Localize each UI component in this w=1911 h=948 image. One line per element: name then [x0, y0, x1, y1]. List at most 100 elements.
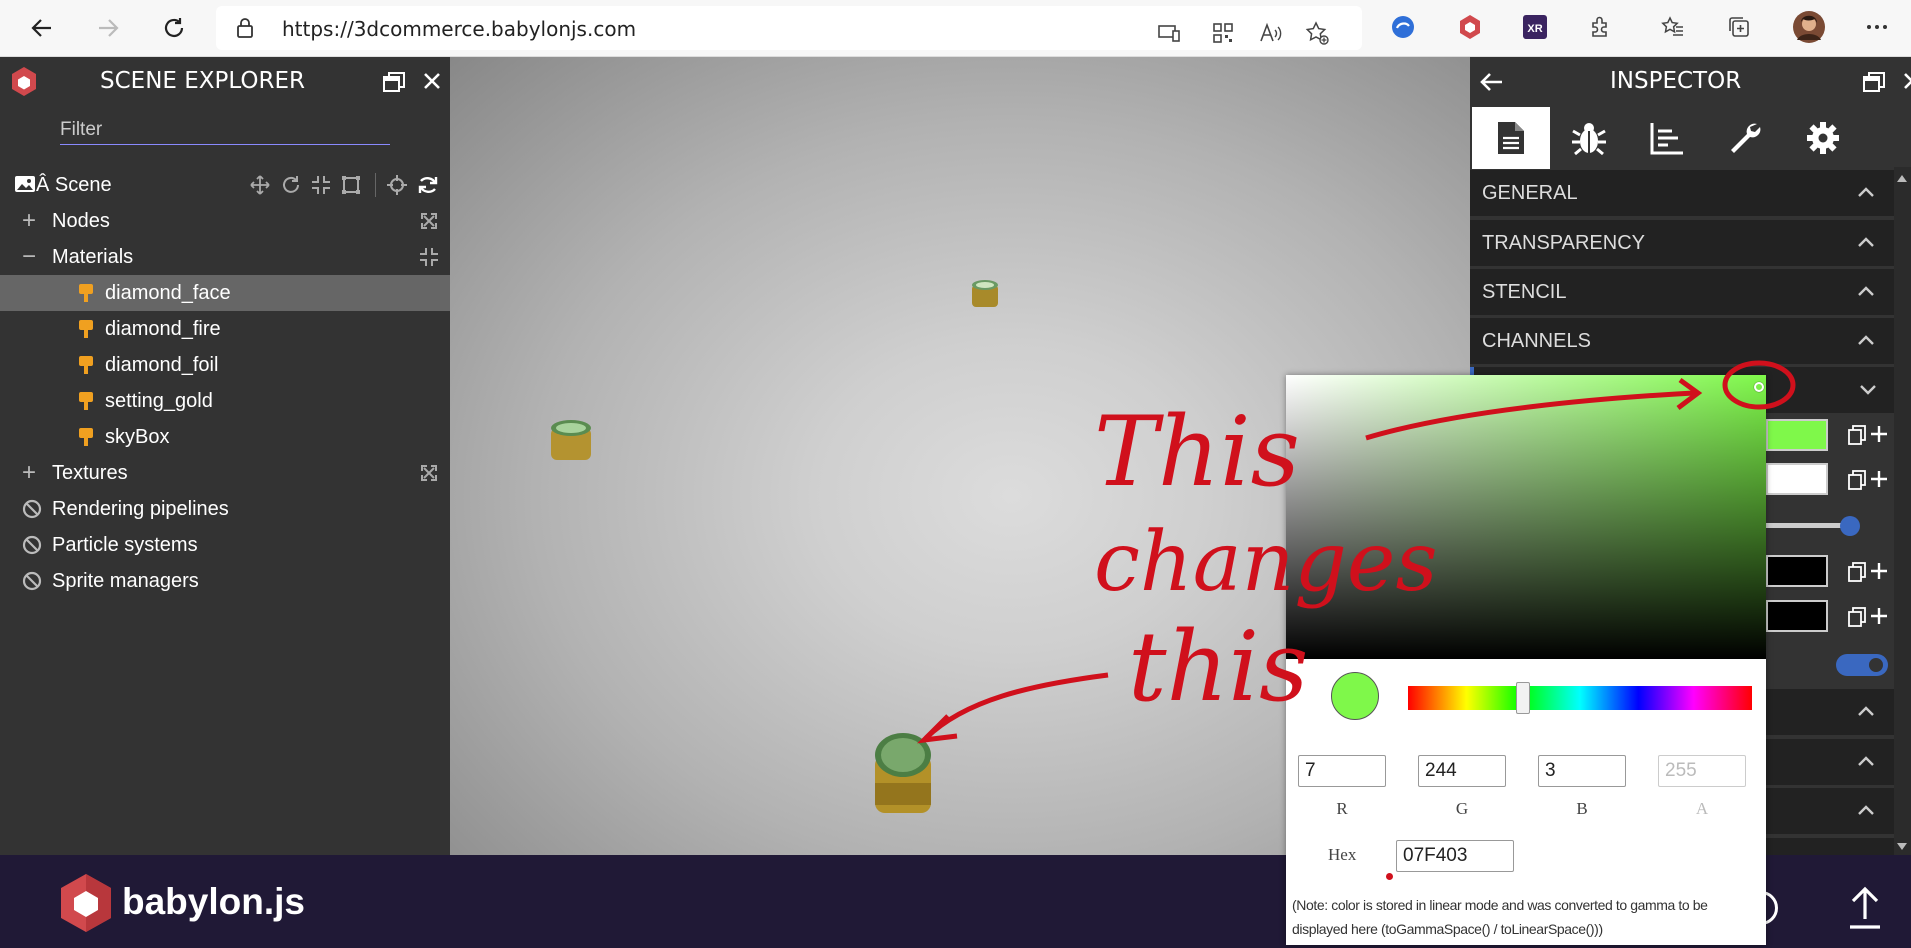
edge-extension-icon[interactable] — [1388, 12, 1418, 42]
favorites-icon[interactable] — [1658, 12, 1688, 42]
extensions-icon[interactable] — [1586, 12, 1616, 42]
section-general[interactable]: GENERAL — [1470, 170, 1894, 216]
close-icon[interactable] — [422, 71, 442, 95]
expand-icon[interactable]: + — [22, 459, 36, 487]
babylon-logo-icon[interactable] — [58, 872, 114, 938]
back-arrow-icon[interactable] — [1478, 71, 1504, 97]
tree-item-textures[interactable]: + Textures — [0, 455, 450, 491]
collapse-all-icon[interactable] — [420, 248, 438, 272]
collapse-icon[interactable]: − — [22, 243, 36, 271]
hue-slider[interactable] — [1408, 682, 1752, 714]
scroll-up-icon[interactable] — [1897, 175, 1907, 182]
scene-root-row[interactable]: Â Scene — [0, 167, 450, 203]
tree-item-rendering-pipelines[interactable]: Rendering pipelines — [0, 491, 450, 527]
chevron-up-icon[interactable] — [1856, 182, 1876, 208]
red-input[interactable] — [1298, 755, 1386, 787]
scale-gizmo-icon[interactable] — [311, 175, 331, 201]
expand-all-icon[interactable] — [420, 464, 438, 488]
hue-slider-handle[interactable] — [1516, 682, 1530, 714]
material-item-skybox[interactable]: skyBox — [0, 419, 450, 455]
color-preview-swatch — [1331, 672, 1379, 720]
section-channels[interactable]: CHANNELS — [1470, 318, 1894, 364]
debug-tab[interactable] — [1550, 107, 1628, 169]
green-input[interactable] — [1418, 755, 1506, 787]
alpha-input[interactable] — [1658, 755, 1746, 787]
expand-icon[interactable]: + — [22, 207, 36, 235]
profile-avatar[interactable] — [1792, 10, 1826, 44]
tools-tab[interactable] — [1706, 107, 1784, 169]
more-icon[interactable] — [1862, 12, 1892, 42]
tree-item-particle-systems[interactable]: Particle systems — [0, 527, 450, 563]
expand-all-icon[interactable] — [420, 212, 438, 236]
specular-power-slider-track[interactable] — [1760, 523, 1846, 528]
chevron-down-icon[interactable] — [1858, 379, 1878, 403]
ambient-color-swatch[interactable] — [1766, 600, 1828, 632]
specular-power-slider-handle[interactable] — [1840, 516, 1860, 536]
add-icon[interactable] — [1870, 607, 1888, 629]
qr-code-icon[interactable] — [1208, 18, 1238, 48]
copy-icon[interactable] — [1848, 470, 1866, 494]
address-bar[interactable]: https://3dcommerce.babylonjs.com — [216, 6, 1362, 50]
chevron-up-icon[interactable] — [1856, 330, 1876, 356]
section-label: STENCIL — [1482, 280, 1567, 303]
emissive-color-swatch[interactable] — [1766, 555, 1828, 587]
settings-tab[interactable] — [1784, 107, 1862, 169]
chevron-up-icon[interactable] — [1856, 701, 1876, 727]
pop-out-icon[interactable] — [1862, 70, 1886, 98]
properties-tab[interactable] — [1472, 107, 1550, 169]
blue-input[interactable] — [1538, 755, 1626, 787]
copy-icon[interactable] — [1848, 425, 1866, 449]
specular-color-swatch[interactable] — [1766, 463, 1828, 495]
copy-icon[interactable] — [1848, 607, 1866, 631]
material-item-diamond-foil[interactable]: diamond_foil — [0, 347, 450, 383]
copy-icon[interactable] — [1848, 562, 1866, 586]
lock-icon[interactable] — [236, 18, 254, 42]
add-favorite-icon[interactable] — [1302, 18, 1332, 48]
statistics-tab[interactable] — [1628, 107, 1706, 169]
hex-input[interactable] — [1396, 840, 1514, 872]
scene-explorer-panel: SCENE EXPLORER Â Scene + Nodes − Materia… — [0, 57, 450, 855]
tree-item-nodes[interactable]: + Nodes — [0, 203, 450, 239]
diffuse-color-swatch[interactable] — [1766, 419, 1828, 451]
back-icon[interactable] — [24, 10, 60, 46]
picking-icon[interactable] — [387, 175, 407, 201]
scene-label: Â Scene — [36, 173, 112, 196]
material-item-diamond-face[interactable]: diamond_face — [0, 275, 450, 311]
translate-gizmo-icon[interactable] — [250, 175, 270, 201]
filter-input[interactable] — [60, 115, 390, 145]
add-icon[interactable] — [1870, 470, 1888, 492]
rotate-gizmo-icon[interactable] — [281, 175, 301, 201]
close-icon[interactable] — [1902, 71, 1911, 95]
section-stencil[interactable]: STENCIL — [1470, 269, 1894, 315]
scroll-down-icon[interactable] — [1897, 843, 1907, 850]
toggle-switch[interactable] — [1836, 654, 1888, 676]
refresh-scene-icon[interactable] — [417, 175, 439, 201]
collections-icon[interactable] — [1724, 12, 1754, 42]
babylon-extension-icon[interactable] — [1455, 12, 1485, 42]
section-transparency[interactable]: TRANSPARENCY — [1470, 220, 1894, 266]
chevron-up-icon[interactable] — [1856, 281, 1876, 307]
app-available-icon[interactable] — [1154, 18, 1184, 48]
babylon-logo-text[interactable]: babylon.js — [122, 881, 305, 923]
bounding-box-gizmo-icon[interactable] — [341, 175, 361, 201]
green-label: G — [1455, 799, 1469, 818]
pop-out-icon[interactable] — [382, 70, 406, 98]
read-aloud-icon[interactable] — [1256, 18, 1286, 48]
material-item-setting-gold[interactable]: setting_gold — [0, 383, 450, 419]
refresh-icon[interactable] — [156, 10, 192, 46]
chevron-up-icon[interactable] — [1856, 751, 1876, 777]
chevron-up-icon[interactable] — [1856, 232, 1876, 258]
forward-icon[interactable] — [90, 10, 126, 46]
tree-item-materials[interactable]: − Materials — [0, 239, 450, 275]
add-icon[interactable] — [1870, 562, 1888, 584]
xr-extension-icon[interactable]: XR — [1520, 12, 1550, 42]
upload-icon[interactable] — [1848, 885, 1882, 933]
saturation-value-area[interactable] — [1286, 375, 1766, 659]
tree-item-sprite-managers[interactable]: Sprite managers — [0, 563, 450, 599]
inspector-scrollbar[interactable] — [1894, 167, 1911, 855]
material-label: diamond_fire — [105, 317, 221, 340]
saturation-handle[interactable] — [1754, 382, 1764, 392]
chevron-up-icon[interactable] — [1856, 800, 1876, 826]
material-item-diamond-fire[interactable]: diamond_fire — [0, 311, 450, 347]
add-icon[interactable] — [1870, 425, 1888, 447]
